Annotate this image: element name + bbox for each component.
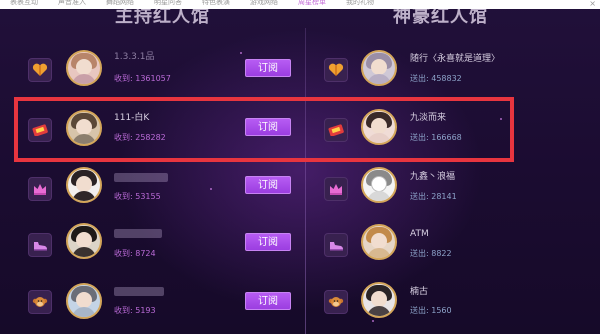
close-icon[interactable]: ×	[589, 0, 596, 8]
shoe-icon	[28, 233, 52, 257]
received-count: 收到: 5193	[114, 306, 156, 315]
avatar[interactable]	[66, 167, 102, 203]
sparkle-decoration	[210, 188, 212, 190]
avatar[interactable]	[361, 167, 397, 203]
top-nav: 表表互动 声音准入 舞蹈网络 明星问答 特色表演 游戏网络 周星榜单 我的礼物 …	[0, 0, 600, 9]
avatar[interactable]	[66, 223, 102, 259]
nav-tab-2[interactable]: 舞蹈网络	[96, 0, 144, 8]
blurred-name	[114, 287, 164, 296]
avatar[interactable]	[66, 50, 102, 86]
tycoon-name: 随行〈永喜就是道理〉	[410, 54, 501, 64]
subscribe-button[interactable]: 订阅	[245, 292, 291, 310]
nav-tab-1[interactable]: 声音准入	[48, 0, 96, 8]
blurred-name	[114, 173, 168, 182]
received-count: 收到: 53155	[114, 192, 161, 201]
sent-count: 送出: 28141	[410, 192, 457, 201]
crown-icon	[324, 177, 348, 201]
tycoon-name: ATM	[410, 229, 429, 239]
blurred-name	[114, 229, 162, 238]
nav-tab-6[interactable]: 周星榜单	[288, 0, 336, 8]
avatar[interactable]	[361, 224, 397, 260]
avatar[interactable]	[66, 283, 102, 319]
shoe-icon	[324, 233, 348, 257]
host-name: 1.3.3.1品	[114, 52, 155, 62]
heart-icon	[28, 58, 52, 82]
nav-tab-5[interactable]: 游戏网络	[240, 0, 288, 8]
tycoon-name: 九鑫丶浪福	[410, 172, 456, 182]
subscribe-button[interactable]: 订阅	[245, 233, 291, 251]
nav-tab-7[interactable]: 我的礼物	[336, 0, 384, 8]
column-divider	[305, 28, 306, 334]
monkey-icon	[28, 290, 52, 314]
nav-tab-0[interactable]: 表表互动	[0, 0, 48, 8]
host-hall-title: 主持红人馆	[115, 9, 210, 27]
monkey-icon	[324, 290, 348, 314]
heart-icon	[324, 58, 348, 82]
received-count: 收到: 1361057	[114, 74, 171, 83]
sent-count: 送出: 458832	[410, 74, 462, 83]
subscribe-button[interactable]: 订阅	[245, 59, 291, 77]
nav-tab-4[interactable]: 特色表演	[192, 0, 240, 8]
subscribe-button[interactable]: 订阅	[245, 176, 291, 194]
highlight-box	[14, 97, 514, 162]
avatar[interactable]	[361, 282, 397, 318]
sent-count: 送出: 1560	[410, 306, 452, 315]
nav-tab-3[interactable]: 明星问答	[144, 0, 192, 8]
ranking-page: 表表互动 声音准入 舞蹈网络 明星问答 特色表演 游戏网络 周星榜单 我的礼物 …	[0, 0, 600, 334]
tycoon-hall-title: 神豪红人馆	[393, 9, 488, 27]
received-count: 收到: 8724	[114, 249, 156, 258]
sent-count: 送出: 8822	[410, 249, 452, 258]
crown-icon	[28, 177, 52, 201]
avatar[interactable]	[361, 50, 397, 86]
sparkle-decoration	[372, 320, 374, 322]
tycoon-name: 楠古	[410, 287, 429, 297]
sparkle-decoration	[240, 52, 242, 54]
